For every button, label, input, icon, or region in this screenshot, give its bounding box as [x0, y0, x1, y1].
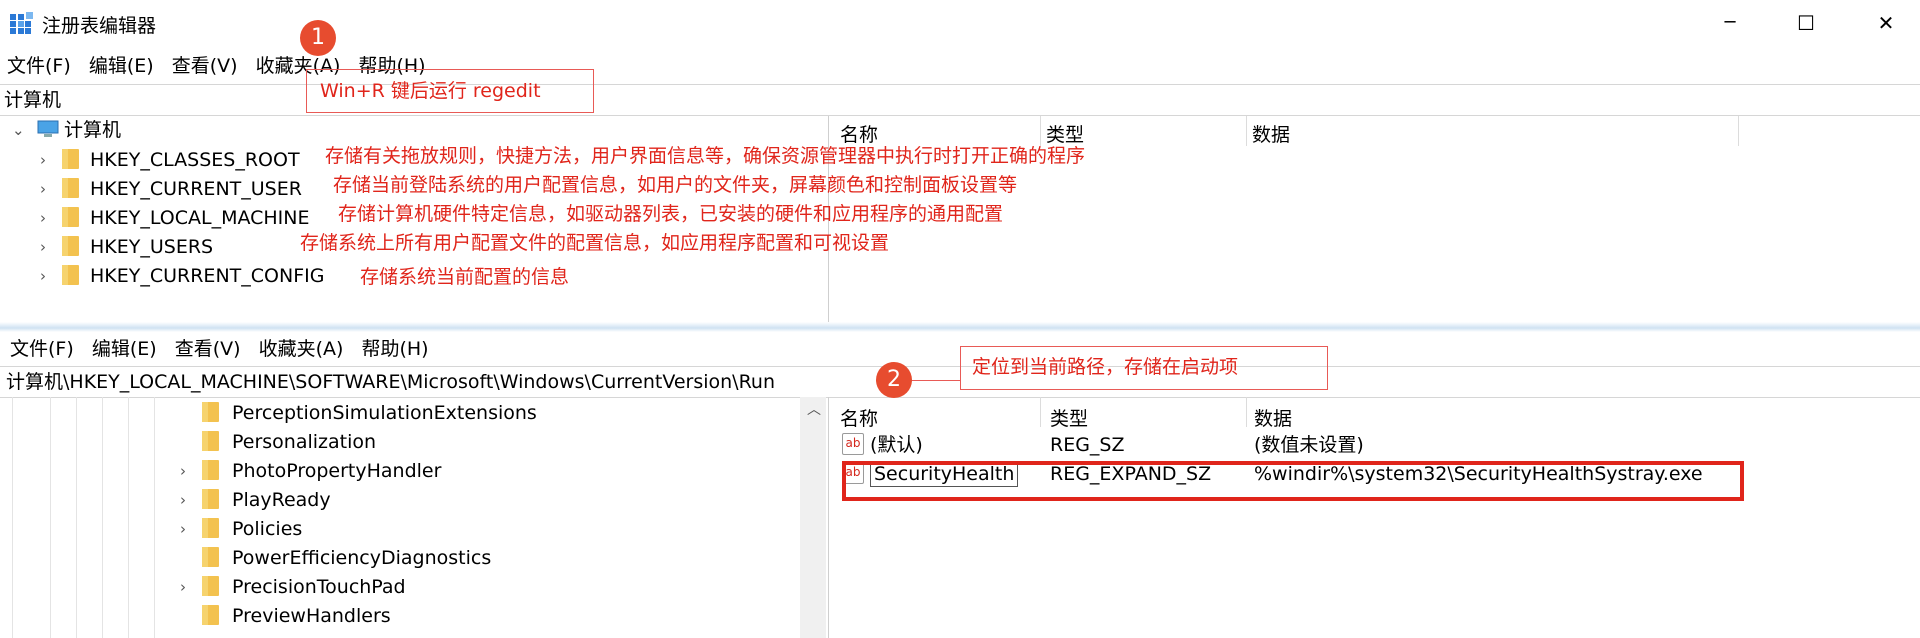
column-type[interactable]: 类型: [1046, 120, 1084, 147]
step-2-connector: [912, 380, 960, 381]
window-title: 注册表编辑器: [42, 15, 157, 37]
computer-icon: [36, 120, 60, 138]
menu-file[interactable]: 文件(F): [7, 55, 71, 77]
column-separator[interactable]: [1246, 397, 1247, 427]
column-name[interactable]: 名称: [840, 120, 878, 147]
column-type[interactable]: 类型: [1050, 404, 1088, 431]
tree-pane-top: ⌄ 计算机 › HKEY_CLASSES_ROOT › HKEY_CURRENT…: [0, 116, 1085, 326]
value-pane-bottom: 名称 类型 数据 ab (默认) REG_SZ (数值未设置) ab Secur…: [834, 397, 1920, 638]
step-2-label: 定位到当前路径，存储在启动项: [972, 356, 1239, 378]
chevron-right-icon[interactable]: ›: [180, 517, 186, 541]
tree-item-label: PowerEfficiencyDiagnostics: [232, 547, 492, 569]
screenshot-divider: [0, 322, 1920, 332]
column-name[interactable]: 名称: [840, 404, 878, 431]
value-type: REG_SZ: [1050, 434, 1125, 456]
chevron-right-icon[interactable]: ›: [40, 264, 46, 288]
chevron-right-icon[interactable]: ›: [40, 148, 46, 172]
string-value-icon: ab: [842, 433, 864, 455]
maximize-button[interactable]: ☐: [1786, 6, 1826, 40]
column-separator[interactable]: [1040, 397, 1041, 427]
menu-edit[interactable]: 编辑(E): [92, 338, 157, 360]
address-bar-top[interactable]: 计算机: [0, 84, 1920, 116]
tree-item-label: PreviewHandlers: [232, 605, 391, 627]
note-hku: 存储系统上所有用户配置文件的配置信息，如应用程序配置和可视设置: [300, 232, 890, 254]
tree-item-label: HKEY_LOCAL_MACHINE: [90, 207, 310, 229]
tree-item-label: HKEY_CLASSES_ROOT: [90, 149, 300, 171]
scroll-up-arrow-icon[interactable]: ︿: [807, 399, 821, 419]
tree-guide-lines: [0, 397, 200, 638]
tree-item-label: PlayReady: [232, 489, 331, 511]
tree-item-label: HKEY_USERS: [90, 236, 214, 258]
chevron-right-icon[interactable]: ›: [40, 235, 46, 259]
tree-item-label: Personalization: [232, 431, 377, 453]
tree-item-label: HKEY_CURRENT_CONFIG: [90, 265, 325, 287]
value-pane-top: 名称 类型 数据: [834, 116, 1920, 326]
step-1-label: Win+R 键后运行 regedit: [320, 80, 541, 102]
tree-item-label: PhotoPropertyHandler: [232, 460, 442, 482]
tree-item-label: PrecisionTouchPad: [232, 576, 406, 598]
menu-help[interactable]: 帮助(H): [361, 338, 428, 360]
minimize-button[interactable]: ─: [1710, 6, 1750, 40]
regedit-app-icon: [10, 12, 34, 34]
step-1-marker: 1: [300, 20, 336, 56]
close-button[interactable]: ✕: [1866, 6, 1906, 40]
tree-scrollbar[interactable]: ︿: [800, 397, 826, 638]
highlight-box: [842, 461, 1744, 501]
value-row-default[interactable]: ab (默认) REG_SZ (数值未设置): [834, 431, 1914, 459]
address-text-bottom: 计算机\HKEY_LOCAL_MACHINE\SOFTWARE\Microsof…: [6, 371, 776, 393]
chevron-right-icon[interactable]: ›: [40, 177, 46, 201]
chevron-down-icon[interactable]: ⌄: [12, 118, 25, 142]
value-name: (默认): [870, 434, 923, 456]
column-separator[interactable]: [1738, 116, 1739, 146]
note-hkcc: 存储系统当前配置的信息: [360, 266, 570, 288]
chevron-right-icon[interactable]: ›: [180, 575, 186, 599]
title-bar: 注册表编辑器 ─ ☐ ✕: [0, 0, 1920, 46]
menu-view[interactable]: 查看(V): [172, 55, 238, 77]
tree-item-label: PerceptionSimulationExtensions: [232, 402, 537, 424]
menu-bar-bottom: 文件(F) 编辑(E) 查看(V) 收藏夹(A) 帮助(H): [10, 337, 441, 361]
column-data[interactable]: 数据: [1254, 404, 1292, 431]
menu-edit[interactable]: 编辑(E): [89, 55, 154, 77]
value-data: (数值未设置): [1254, 434, 1364, 456]
chevron-right-icon[interactable]: ›: [180, 488, 186, 512]
step-2-marker: 2: [876, 362, 912, 398]
menu-favorites[interactable]: 收藏夹(A): [259, 338, 344, 360]
tree-pane-bottom: PerceptionSimulationExtensions Personali…: [0, 397, 829, 638]
tree-item-label: Policies: [232, 518, 303, 540]
column-separator[interactable]: [1246, 116, 1247, 146]
tree-root-label: 计算机: [64, 119, 122, 141]
chevron-right-icon[interactable]: ›: [40, 206, 46, 230]
column-separator[interactable]: [1040, 116, 1041, 146]
chevron-right-icon[interactable]: ›: [180, 459, 186, 483]
address-text-top: 计算机: [4, 89, 62, 111]
menu-file[interactable]: 文件(F): [10, 338, 74, 360]
menu-view[interactable]: 查看(V): [175, 338, 241, 360]
column-data[interactable]: 数据: [1252, 120, 1290, 147]
tree-item-label: HKEY_CURRENT_USER: [90, 178, 302, 200]
